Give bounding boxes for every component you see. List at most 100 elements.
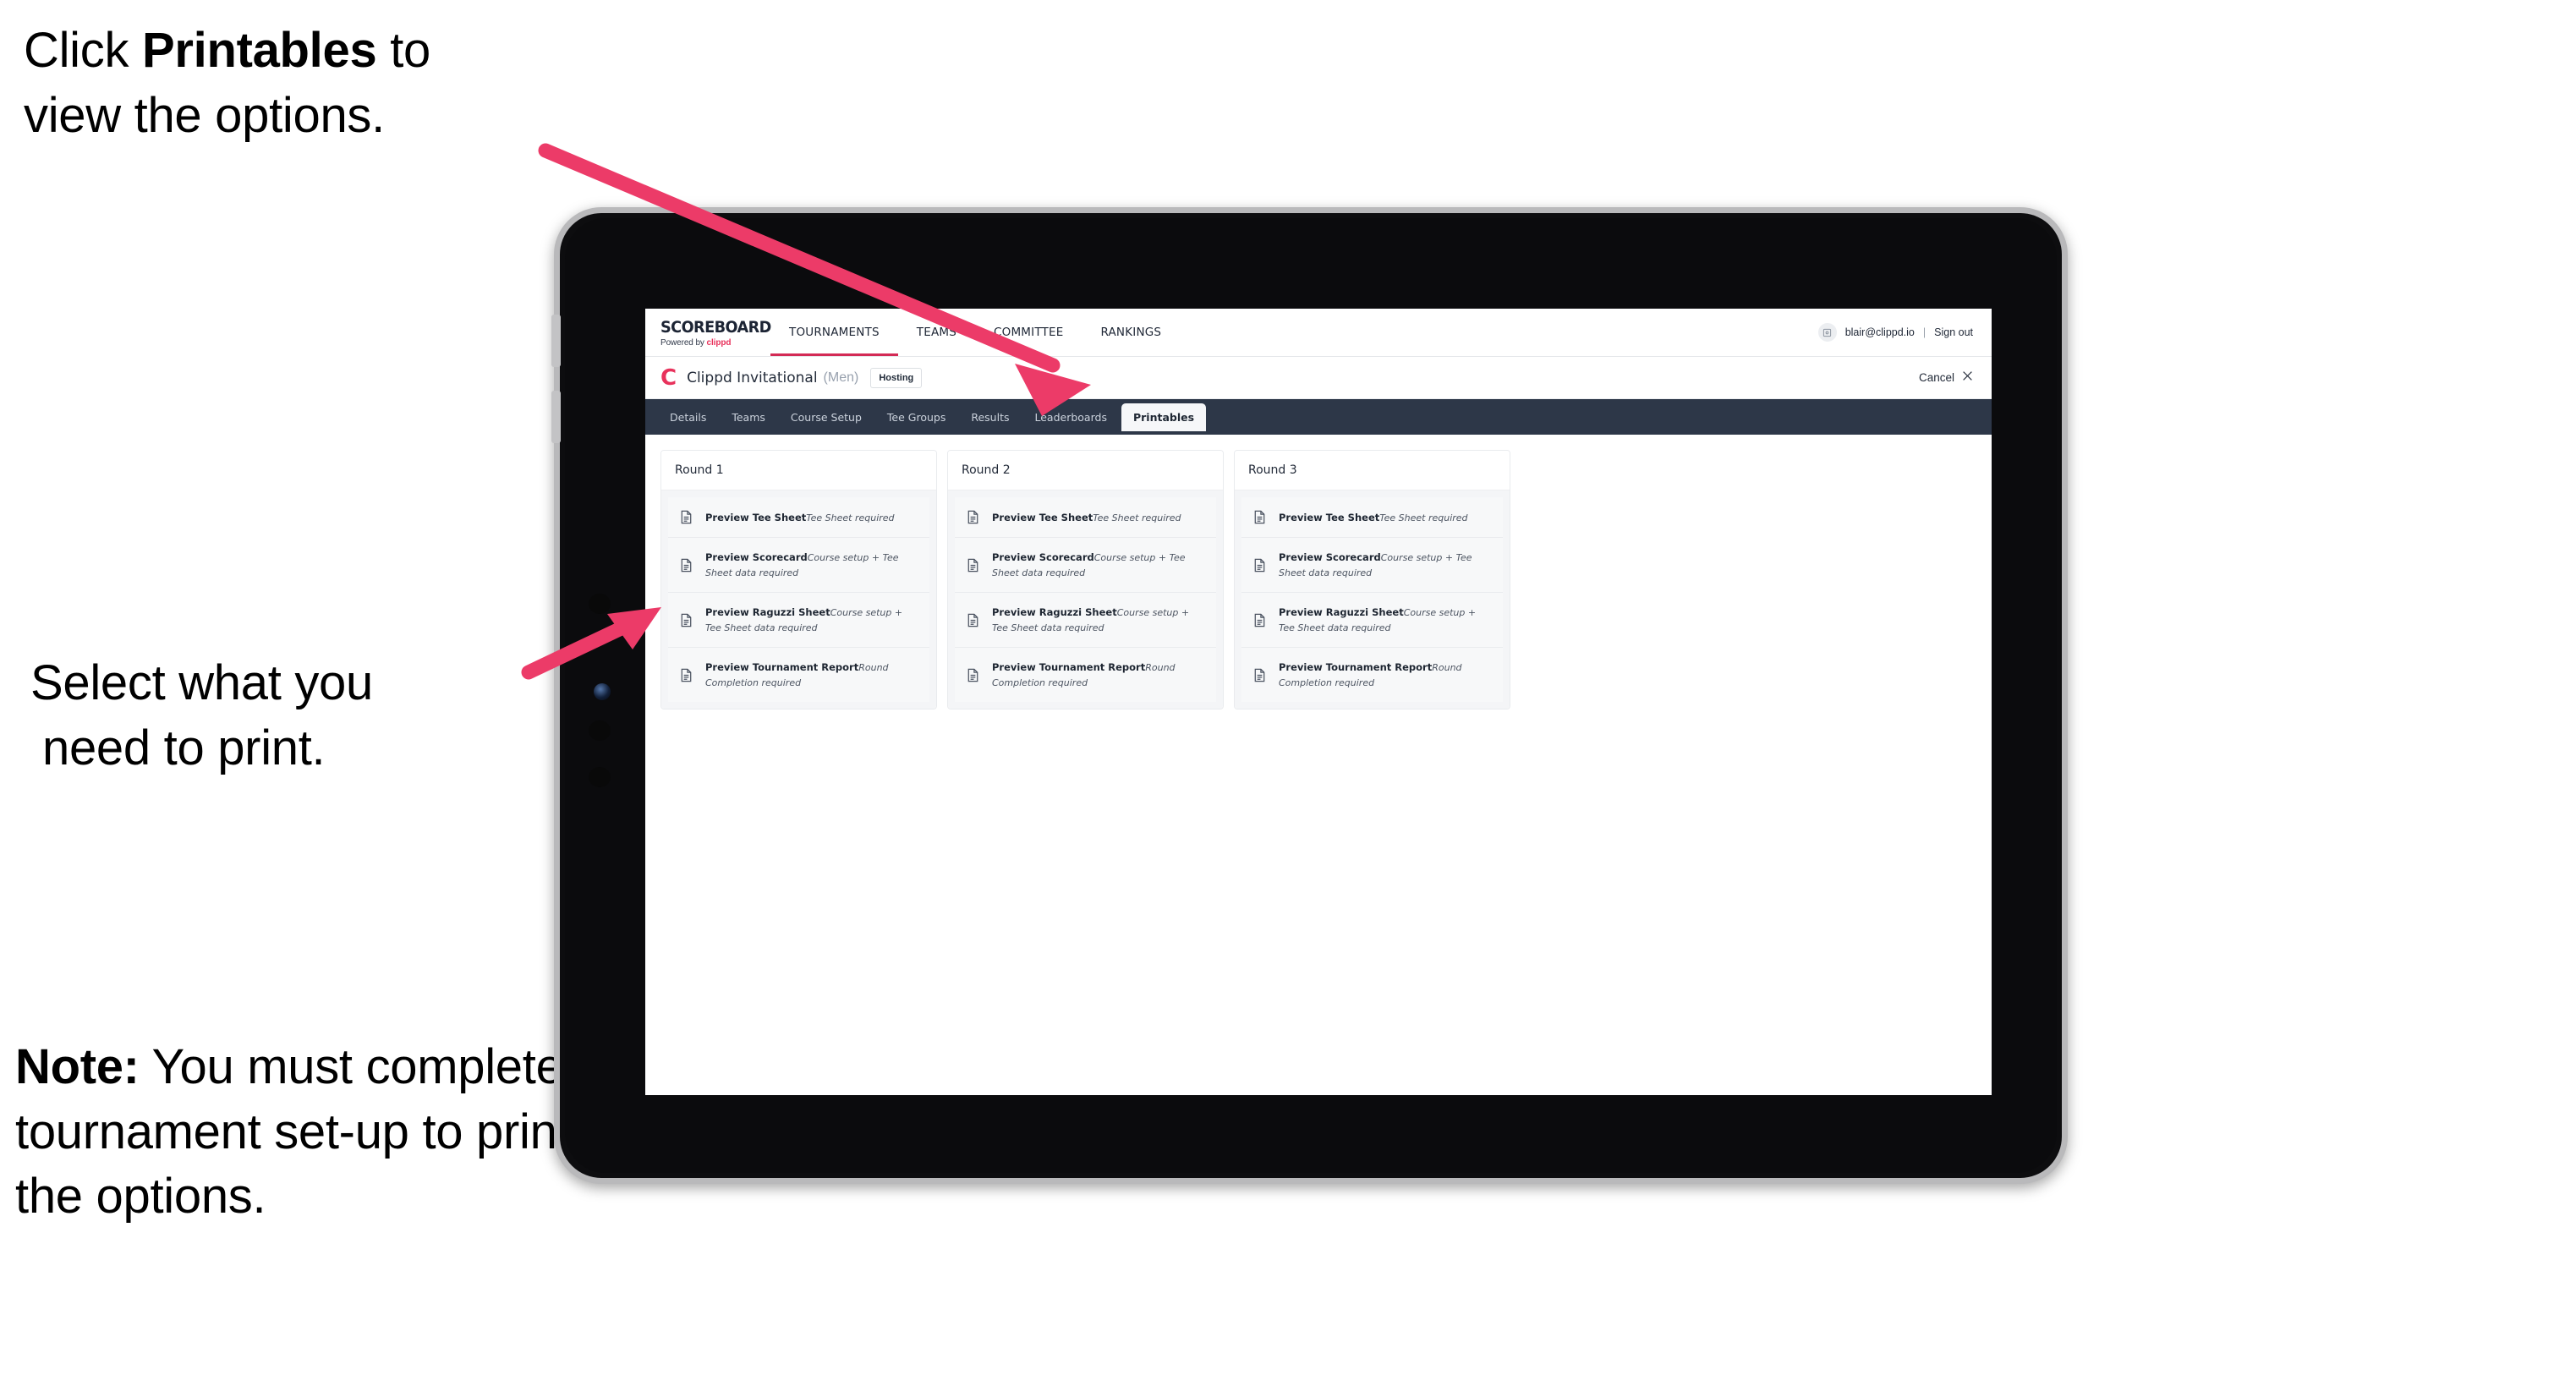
document-icon (1252, 612, 1268, 628)
account-area: blair@clippd.io | Sign out (1817, 323, 1992, 342)
tab-tee-groups[interactable]: Tee Groups (876, 406, 956, 429)
printable-title: Preview Raguzzi Sheet (992, 606, 1117, 618)
cancel-button[interactable]: Cancel (1919, 370, 1973, 385)
tablet-front-camera-icon (594, 683, 611, 700)
round-card: Round 1 Preview Tee SheetTee Sheet requi… (660, 450, 937, 709)
document-icon (1252, 557, 1268, 573)
printable-requirement: Tee Sheet required (806, 512, 895, 523)
tutorial-slide: Click Printables to view the options. Se… (0, 0, 2576, 1386)
printable-title: Preview Tee Sheet (1279, 511, 1380, 523)
tab-teams[interactable]: Teams (721, 406, 776, 429)
annotation-note-rest: You must (139, 1039, 353, 1094)
user-avatar-icon[interactable] (1817, 323, 1837, 342)
tablet-sensor-dot-2 (589, 720, 611, 741)
printable-title: Preview Tee Sheet (992, 511, 1093, 523)
logo-title: SCOREBOARD (660, 317, 771, 337)
printable-item[interactable]: Preview Tournament ReportRound Completio… (668, 648, 929, 702)
tournament-header-bar: C Clippd Invitational (Men) Hosting Canc… (645, 357, 1992, 399)
printable-item[interactable]: Preview Raguzzi SheetCourse setup + Tee … (668, 593, 929, 648)
tablet-sensor-dot-3 (589, 767, 611, 787)
printable-title: Preview Raguzzi Sheet (705, 606, 830, 618)
printable-requirement: Tee Sheet required (1093, 512, 1181, 523)
document-icon (678, 612, 694, 628)
close-x-icon (1962, 370, 1973, 385)
annotation-top-bold: Printables (141, 23, 377, 78)
printable-item[interactable]: Preview Raguzzi SheetCourse setup + Tee … (955, 593, 1216, 648)
round-items: Preview Tee SheetTee Sheet required Prev… (1235, 490, 1510, 709)
tab-printables[interactable]: Printables (1121, 403, 1207, 431)
printable-item[interactable]: Preview Tournament ReportRound Completio… (1241, 648, 1503, 702)
nav-item-teams[interactable]: TEAMS (898, 309, 975, 356)
document-icon (678, 557, 694, 573)
hosting-badge: Hosting (870, 367, 923, 388)
logo-powered-by: Powered by (660, 337, 707, 348)
tournament-gender: (Men) (823, 370, 859, 385)
account-email: blair@clippd.io (1844, 326, 1915, 338)
tab-leaderboards[interactable]: Leaderboards (1023, 406, 1117, 429)
printable-title: Preview Tournament Report (705, 661, 859, 673)
printables-content: Round 1 Preview Tee SheetTee Sheet requi… (645, 435, 1992, 1095)
document-icon (678, 667, 694, 683)
annotation-mid-line1: Select what you (30, 655, 373, 710)
printable-title: Preview Tournament Report (1279, 661, 1433, 673)
printable-title: Preview Raguzzi Sheet (1279, 606, 1404, 618)
annotation-top-post: to (376, 23, 431, 78)
annotation-select-to-print: Select what you need to print. (30, 651, 538, 781)
nav-item-committee[interactable]: COMMITTEE (975, 309, 1082, 356)
annotation-top-pre: Click (24, 23, 142, 78)
tablet-device-frame: SCOREBOARD Powered by clippd TOURNAMENTS… (551, 207, 2068, 1184)
account-separator: | (1922, 326, 1927, 338)
printable-title: Preview Scorecard (992, 551, 1094, 563)
printable-item[interactable]: Preview Tee SheetTee Sheet required (1241, 497, 1503, 538)
cancel-label: Cancel (1918, 371, 1954, 384)
annotation-top-line2: view the options. (24, 87, 385, 143)
round-title: Round 3 (1235, 451, 1510, 490)
annotation-click-printables: Click Printables to view the options. (24, 19, 565, 148)
tablet-sensor-dot-1 (589, 594, 611, 614)
app-screen: SCOREBOARD Powered by clippd TOURNAMENTS… (645, 309, 1992, 1095)
document-icon (965, 557, 981, 573)
tablet-side-button-bottom (551, 391, 561, 443)
printable-requirement: Tee Sheet required (1379, 512, 1468, 523)
nav-item-tournaments[interactable]: TOURNAMENTS (770, 309, 898, 356)
scoreboard-logo[interactable]: SCOREBOARD Powered by clippd (645, 317, 771, 348)
annotation-mid-line2: need to print. (42, 720, 326, 775)
round-card: Round 3 Preview Tee SheetTee Sheet requi… (1234, 450, 1510, 709)
tab-results[interactable]: Results (960, 406, 1020, 429)
document-icon (965, 612, 981, 628)
sign-out-button[interactable]: Sign out (1934, 326, 1973, 338)
section-tab-bar: Details Teams Course Setup Tee Groups Re… (645, 399, 1992, 435)
round-title: Round 1 (661, 451, 936, 490)
tab-details[interactable]: Details (659, 406, 717, 429)
logo-brand: clippd (706, 337, 732, 348)
document-icon (678, 509, 694, 525)
round-card: Round 2 Preview Tee SheetTee Sheet requi… (947, 450, 1224, 709)
tournament-name: Clippd Invitational (687, 369, 818, 386)
round-title: Round 2 (948, 451, 1223, 490)
document-icon (1252, 509, 1268, 525)
annotation-note-bold: Note: (15, 1039, 140, 1094)
document-icon (965, 509, 981, 525)
clippd-c-icon: C (660, 364, 677, 391)
nav-item-rankings[interactable]: RANKINGS (1082, 309, 1180, 356)
printable-title: Preview Scorecard (1279, 551, 1381, 563)
logo-subtitle: Powered by clippd (660, 338, 748, 348)
tablet-side-button-top (551, 315, 561, 367)
printable-item[interactable]: Preview Tee SheetTee Sheet required (668, 497, 929, 538)
printable-item[interactable]: Preview ScorecardCourse setup + Tee Shee… (668, 538, 929, 593)
primary-nav: TOURNAMENTS TEAMS COMMITTEE RANKINGS (770, 309, 1180, 356)
rounds-container: Round 1 Preview Tee SheetTee Sheet requi… (660, 450, 1976, 709)
round-items: Preview Tee SheetTee Sheet required Prev… (948, 490, 1223, 709)
printable-title: Preview Tee Sheet (705, 511, 807, 523)
printable-item[interactable]: Preview Tee SheetTee Sheet required (955, 497, 1216, 538)
document-icon (1252, 667, 1268, 683)
printable-title: Preview Scorecard (705, 551, 808, 563)
printable-item[interactable]: Preview Tournament ReportRound Completio… (955, 648, 1216, 702)
printable-item[interactable]: Preview ScorecardCourse setup + Tee Shee… (1241, 538, 1503, 593)
tab-course-setup[interactable]: Course Setup (780, 406, 873, 429)
round-items: Preview Tee SheetTee Sheet required Prev… (661, 490, 936, 709)
printable-title: Preview Tournament Report (992, 661, 1146, 673)
annotation-note-line3: tournament set-up (15, 1104, 409, 1159)
printable-item[interactable]: Preview Raguzzi SheetCourse setup + Tee … (1241, 593, 1503, 648)
printable-item[interactable]: Preview ScorecardCourse setup + Tee Shee… (955, 538, 1216, 593)
